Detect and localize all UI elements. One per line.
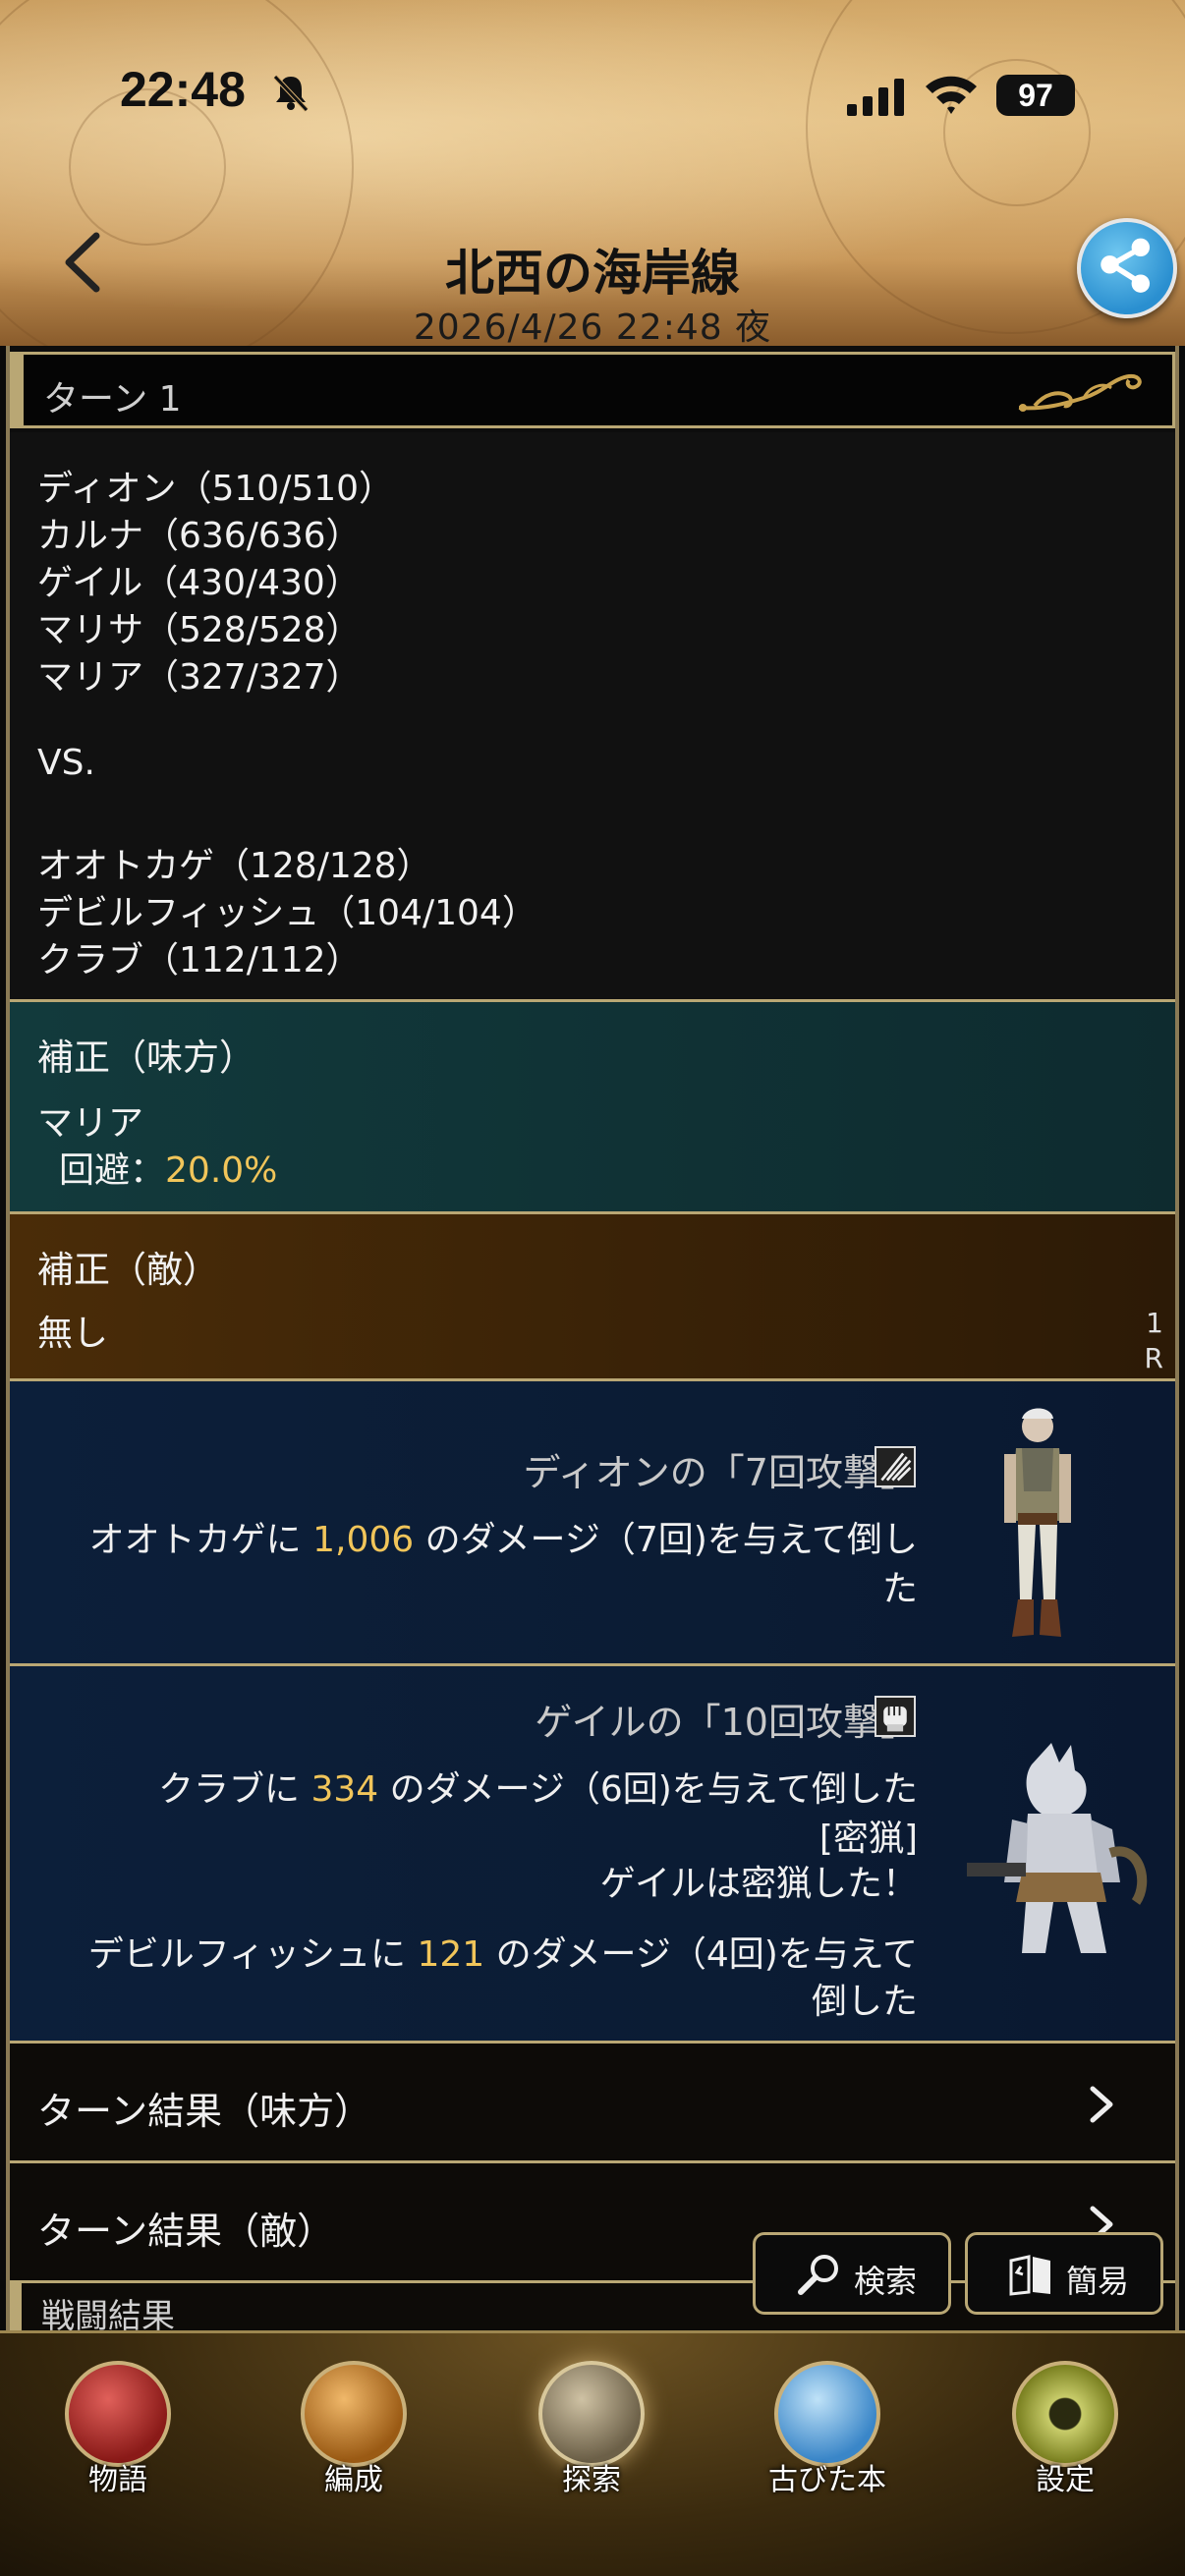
ally-modifier-stat-label: 回避： [59,1150,166,1191]
battle-result-label: 戦闘結果 [41,2297,175,2330]
enemy-entry: デビルフィッシュ（104/104） [37,893,537,933]
action-title: ゲイルの「10回攻撃」 [535,1692,918,1746]
ally-entry: マリア（327/327） [37,657,362,698]
turn-result-ally-row[interactable]: ターン結果（味方） [10,2044,1175,2163]
scroll-icon [774,2361,880,2467]
enemy-modifier-panel: 補正（敵） 無し 1 R [10,1214,1175,1381]
action-result-line: オオトカゲに 1,006 のダメージ（7回)を与えて倒し [89,1511,918,1562]
nav-story-label: 物語 [88,2463,147,2497]
page-title: 北西の海岸線 [445,245,740,302]
nav-formation[interactable]: 編成 [275,2361,432,2508]
gear-icon [1012,2361,1118,2467]
action-result-line: デビルフィッシュに 121 のダメージ（4回)を与えて [88,1926,918,1977]
nav-settings-label: 設定 [1036,2463,1095,2497]
enemy-entry: クラブ（112/112） [37,940,362,980]
action-result-line: た [881,1569,918,1609]
battle-log-frame: ターン 1 ディオン（510/510） カルナ（636/636） ゲイル（430… [6,346,1179,2330]
ally-entry: ディオン（510/510） [37,469,395,509]
target-name: クラブに [158,1769,301,1810]
ally-entry: カルナ（636/636） [37,516,362,556]
action-entry: ディオンの「7回攻撃」 オオトカゲに 1,006 のダメージ（7回)を与えて倒し… [10,1381,1175,1666]
damage-text: のダメージ（6回)を与えて倒した [389,1769,918,1810]
ally-modifier-name: マリア [37,1103,144,1144]
damage-value: 334 [310,1769,379,1810]
round-indicator: R [1144,1342,1163,1374]
poach-note: ゲイルは密猟した！ [599,1864,918,1904]
action-title: ディオンの「7回攻撃」 [523,1442,918,1496]
damage-text: のダメージ（7回)を与えて倒し [424,1520,918,1560]
flourish-ornament-icon [1018,373,1142,412]
action-entry: ゲイルの「10回攻撃」 クラブに 334 のダメージ（6回)を与えて倒した [密… [10,1666,1175,2044]
target-name: デビルフィッシュに [87,1934,407,1975]
ally-modifier-panel: 補正（味方） マリア 回避：20.0% [10,1002,1175,1214]
signal-icon [847,79,904,116]
bell-muted-icon [273,75,309,112]
enemy-modifier-value: 無し [37,1314,109,1354]
nav-explore[interactable]: 探索 [513,2361,670,2508]
simple-mode-button[interactable]: 簡易 [965,2232,1163,2315]
nav-old-book-label: 古びた本 [768,2463,886,2497]
ally-entry: マリサ（528/528） [37,610,362,650]
chevron-right-icon [1090,2086,1113,2123]
multi-slash-skill-icon [875,1446,916,1487]
simple-mode-label: 簡易 [1066,2263,1130,2300]
book-toggle-icon [1009,2255,1050,2296]
bottom-navigation: 物語 編成 探索 古びた本 設定 [0,2330,1185,2576]
magnifier-icon [798,2255,838,2295]
turn-result-enemy-label: ターン結果（敵） [37,2210,335,2253]
search-button[interactable]: 検索 [753,2232,951,2315]
nav-formation-label: 編成 [324,2463,383,2497]
enemy-entry: オオトカゲ（128/128） [37,846,432,886]
dragon-icon [65,2361,171,2467]
map-icon [538,2361,645,2467]
poach-tag: [密猟] [818,1819,918,1859]
app-header: 22:48 97 北西の海岸線 2026/4/26 22:48 夜 [0,0,1185,346]
nav-explore-label: 探索 [562,2463,621,2497]
turn-label: ターン 1 [43,379,182,420]
roster-panel: ディオン（510/510） カルナ（636/636） ゲイル（430/430） … [10,432,1175,1002]
ally-modifier-stat-value: 20.0% [165,1150,278,1191]
fist-skill-icon [875,1696,916,1737]
turn-header: ターン 1 [10,352,1175,428]
vs-label: VS. [37,743,95,783]
enemy-modifier-title: 補正（敵） [37,1249,219,1291]
turn-result-ally-label: ターン結果（味方） [37,2090,372,2133]
gale-character-portrait [967,1743,1148,1953]
nav-old-book[interactable]: 古びた本 [749,2361,906,2508]
share-icon [1100,238,1151,293]
share-button[interactable] [1077,218,1177,318]
round-indicator: 1 [1146,1307,1163,1339]
battery-indicator: 97 [996,75,1075,116]
damage-value: 121 [417,1934,485,1975]
status-time: 22:48 [120,62,246,117]
ally-modifier-stat: 回避：20.0% [59,1142,277,1193]
ally-entry: ゲイル（430/430） [37,563,361,603]
dion-character-portrait [1004,1408,1071,1637]
damage-text: のダメージ（4回)を与えて [495,1934,918,1975]
ally-modifier-title: 補正（味方） [37,1036,255,1079]
action-title-text: ディオンの「7回攻撃」 [523,1451,918,1494]
nav-story[interactable]: 物語 [39,2361,197,2508]
action-title-text: ゲイルの「10回攻撃」 [535,1701,918,1744]
nav-settings[interactable]: 設定 [987,2361,1144,2508]
action-result-line: 倒した [811,1982,918,2022]
winged-crest-icon [301,2361,407,2467]
target-name: オオトカゲに [88,1520,302,1560]
wifi-icon [926,76,977,114]
action-result-line: クラブに 334 のダメージ（6回)を与えて倒した [158,1761,918,1812]
search-button-label: 検索 [854,2263,918,2300]
damage-value: 1,006 [312,1520,415,1560]
page-date: 2026/4/26 22:48 夜 [413,308,772,346]
